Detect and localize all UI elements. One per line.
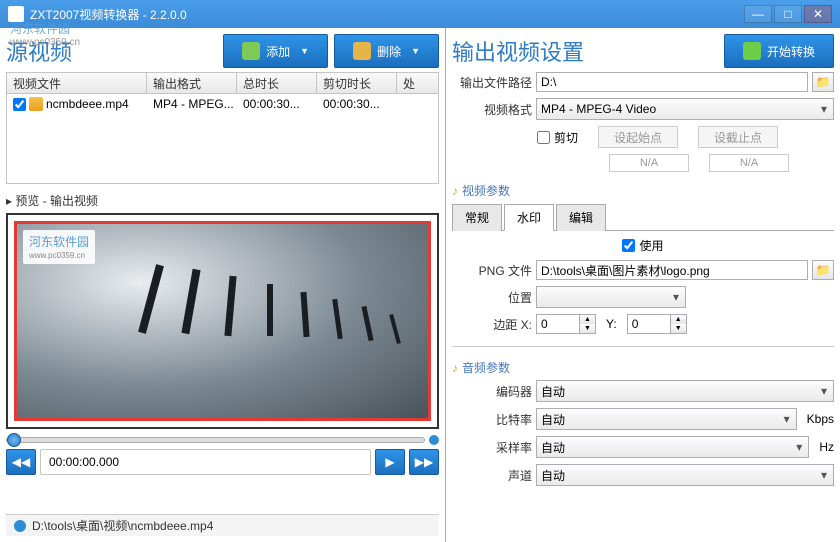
spin-up-icon[interactable]: ▲ <box>671 315 686 324</box>
channel-label: 声道 <box>452 467 532 484</box>
marker-icon <box>429 435 439 445</box>
position-label: 位置 <box>452 289 532 306</box>
output-path-label: 输出文件路径 <box>452 74 532 91</box>
start-convert-button[interactable]: 开始转换 <box>724 34 834 68</box>
slider-thumb[interactable] <box>7 433 21 447</box>
output-path-input[interactable] <box>536 72 808 92</box>
timecode-display: 00:00:00.000 <box>40 449 371 475</box>
bitrate-select[interactable]: 自动 <box>536 408 797 430</box>
margin-x-spinner[interactable]: 0 ▲▼ <box>536 314 596 334</box>
tab-edit[interactable]: 编辑 <box>556 204 606 231</box>
next-button[interactable]: ▶▶ <box>409 449 439 475</box>
table-header: 视频文件 输出格式 总时长 剪切时长 处 <box>6 72 439 94</box>
plus-icon <box>242 42 260 60</box>
col-proc[interactable]: 处 <box>397 73 438 93</box>
preview-box: 河东软件园www.pc0359.cn <box>6 213 439 429</box>
row-filename: ncmbdeee.mp4 <box>46 97 129 111</box>
spin-up-icon[interactable]: ▲ <box>580 315 595 324</box>
samplerate-label: 采样率 <box>452 439 532 456</box>
delete-button[interactable]: 删除▼ <box>334 34 439 68</box>
file-icon <box>29 97 43 111</box>
convert-icon <box>743 42 761 60</box>
spin-down-icon[interactable]: ▼ <box>671 324 686 333</box>
margin-y-label: Y: <box>606 317 617 331</box>
minimize-button[interactable]: — <box>744 5 772 23</box>
use-watermark-checkbox[interactable]: 使用 <box>622 237 663 254</box>
video-format-select[interactable]: MP4 - MPEG-4 Video <box>536 98 834 120</box>
preview-label: ▸ 预览 - 输出视频 <box>6 192 439 209</box>
window-title: ZXT2007视频转换器 - 2.2.0.0 <box>30 6 744 23</box>
col-format[interactable]: 输出格式 <box>147 73 237 93</box>
row-checkbox[interactable] <box>13 98 26 111</box>
spin-down-icon[interactable]: ▼ <box>580 324 595 333</box>
video-format-label: 视频格式 <box>452 101 532 118</box>
position-select[interactable] <box>536 286 686 308</box>
samplerate-select[interactable]: 自动 <box>536 436 809 458</box>
tab-general[interactable]: 常规 <box>452 204 502 231</box>
file-table[interactable]: ncmbdeee.mp4 MP4 - MPEG... 00:00:30... 0… <box>6 94 439 184</box>
table-row[interactable]: ncmbdeee.mp4 MP4 - MPEG... 00:00:30... 0… <box>7 94 438 114</box>
browse-path-button[interactable]: 📁 <box>812 72 834 92</box>
margin-x-label: 边距 X: <box>452 316 532 333</box>
col-file[interactable]: 视频文件 <box>7 73 147 93</box>
seek-slider[interactable] <box>6 437 425 443</box>
encoder-select[interactable]: 自动 <box>536 380 834 402</box>
tab-watermark[interactable]: 水印 <box>504 204 554 231</box>
status-path: D:\tools\桌面\视频\ncmbdeee.mp4 <box>32 517 213 534</box>
trim-checkbox[interactable]: 剪切 <box>537 129 578 146</box>
browse-png-button[interactable]: 📁 <box>812 260 834 280</box>
broom-icon <box>353 42 371 60</box>
set-end-button[interactable]: 设截止点 <box>698 126 778 148</box>
close-button[interactable]: ✕ <box>804 5 832 23</box>
statusbar: D:\tools\桌面\视频\ncmbdeee.mp4 <box>6 514 439 536</box>
margin-y-spinner[interactable]: 0 ▲▼ <box>627 314 687 334</box>
channel-select[interactable]: 自动 <box>536 464 834 486</box>
maximize-button[interactable]: □ <box>774 5 802 23</box>
kbps-unit: Kbps <box>807 412 834 426</box>
add-button[interactable]: 添加▼ <box>223 34 328 68</box>
param-tabs: 常规 水印 编辑 <box>452 203 834 231</box>
source-title: 源视频 <box>6 35 217 67</box>
video-params-label: ♪视频参数 <box>452 182 834 199</box>
output-title: 输出视频设置 <box>452 35 718 67</box>
app-icon <box>8 6 24 22</box>
audio-params-label: ♪音频参数 <box>452 359 834 376</box>
prev-button[interactable]: ◀◀ <box>6 449 36 475</box>
col-trim[interactable]: 剪切时长 <box>317 73 397 93</box>
titlebar: ZXT2007视频转换器 - 2.2.0.0 — □ ✕ <box>0 0 840 28</box>
status-icon <box>14 520 26 532</box>
bitrate-label: 比特率 <box>452 411 532 428</box>
encoder-label: 编码器 <box>452 383 532 400</box>
preview-video[interactable]: 河东软件园www.pc0359.cn <box>14 221 431 421</box>
play-button[interactable]: ▶ <box>375 449 405 475</box>
png-file-label: PNG 文件 <box>452 262 532 279</box>
set-start-button[interactable]: 设起始点 <box>598 126 678 148</box>
png-file-input[interactable] <box>536 260 808 280</box>
note-icon: ♪ <box>452 184 458 198</box>
preview-watermark: 河东软件园www.pc0359.cn <box>23 230 95 264</box>
hz-unit: Hz <box>819 440 834 454</box>
trim-end-value: N/A <box>709 154 789 172</box>
note-icon: ♪ <box>452 361 458 375</box>
col-duration[interactable]: 总时长 <box>237 73 317 93</box>
trim-start-value: N/A <box>609 154 689 172</box>
